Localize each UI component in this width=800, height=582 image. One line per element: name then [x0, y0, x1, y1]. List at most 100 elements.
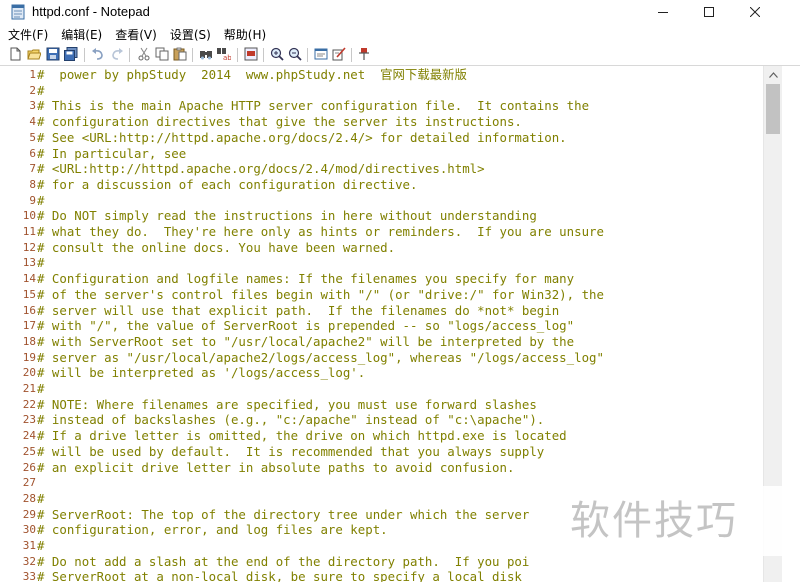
word-wrap-icon[interactable] — [314, 47, 328, 61]
line-number: 20 — [22, 366, 36, 380]
code-line[interactable]: 24 # If a drive letter is omitted, the dr… — [0, 428, 763, 444]
cut-icon[interactable] — [137, 47, 151, 61]
line-text: # of the server's control files begin wi… — [37, 286, 604, 302]
line-text: # NOTE: Where filenames are specified, y… — [37, 396, 537, 412]
line-number: 12 — [22, 240, 36, 254]
code-line[interactable]: 12 # consult the online docs. You have be… — [0, 240, 763, 256]
copy-icon[interactable] — [155, 47, 169, 61]
title-bar[interactable]: httpd.conf - Notepad — [0, 0, 800, 24]
code-line[interactable]: 3 # This is the main Apache HTTP server c… — [0, 98, 763, 114]
line-number: 8 — [29, 177, 36, 191]
close-button[interactable] — [732, 0, 778, 24]
open-file-icon[interactable] — [27, 47, 41, 61]
line-number: 1 — [29, 68, 36, 81]
code-line[interactable]: 2 # — [0, 83, 763, 99]
line-number: 33 — [22, 570, 36, 582]
line-text: # instead of backslashes (e.g., "c:/apac… — [37, 412, 545, 428]
line-text: # Configuration and logfile names: If th… — [37, 271, 575, 287]
toolbar-separator — [237, 48, 238, 62]
code-line[interactable]: 26 # an explicit drive letter in absolute… — [0, 460, 763, 476]
scrollbar-thumb[interactable] — [766, 84, 780, 134]
code-line[interactable]: 14 # Configuration and logfile names: If … — [0, 271, 763, 287]
pin-icon[interactable] — [358, 47, 372, 61]
new-file-icon[interactable] — [8, 47, 22, 61]
notepad-app-icon — [11, 4, 25, 20]
line-text: # will be interpreted as '/logs/access_l… — [37, 365, 366, 381]
save-icon[interactable] — [46, 47, 60, 61]
line-number: 22 — [22, 397, 36, 411]
code-line[interactable]: 17 # with "/", the value of ServerRoot is… — [0, 318, 763, 334]
line-text: # with "/", the value of ServerRoot is p… — [37, 318, 575, 334]
menu-bar: 文件(F) 编辑(E) 查看(V) 设置(S) 帮助(H) — [0, 25, 800, 45]
code-line[interactable]: 15 # of the server's control files begin … — [0, 287, 763, 303]
line-number: 16 — [22, 303, 36, 317]
code-line[interactable]: 4 # configuration directives that give th… — [0, 114, 763, 130]
code-line[interactable]: 5 # See <URL:http://httpd.apache.org/docs… — [0, 130, 763, 146]
code-line[interactable]: 11 # what they do. They're here only as h… — [0, 224, 763, 240]
scroll-up-button[interactable] — [764, 66, 782, 83]
line-number: 18 — [22, 334, 36, 348]
minimize-button[interactable] — [640, 0, 686, 24]
zoom-in-icon[interactable] — [270, 47, 284, 61]
line-text: # — [37, 381, 45, 396]
line-text: # Do NOT simply read the instructions in… — [37, 208, 537, 224]
undo-icon[interactable] — [91, 47, 105, 61]
menu-edit[interactable]: 编辑(E) — [53, 25, 107, 45]
menu-settings[interactable]: 设置(S) — [162, 25, 216, 45]
menu-file[interactable]: 文件(F) — [0, 25, 53, 45]
line-text: # for a discussion of each configuration… — [37, 176, 418, 192]
save-all-icon[interactable] — [64, 47, 78, 61]
code-line[interactable]: 8 # for a discussion of each configuratio… — [0, 177, 763, 193]
zoom-out-icon[interactable] — [288, 47, 302, 61]
find-icon[interactable] — [199, 47, 213, 61]
line-number: 26 — [22, 460, 36, 474]
line-text: # an explicit drive letter in absolute p… — [37, 459, 515, 475]
line-number: 29 — [22, 507, 36, 521]
toolbar-separator — [351, 48, 352, 62]
maximize-button[interactable] — [686, 0, 732, 24]
code-line[interactable]: 9 # — [0, 193, 763, 209]
redo-icon[interactable] — [110, 47, 124, 61]
line-number: 9 — [29, 193, 36, 207]
goto-icon[interactable] — [244, 47, 258, 61]
code-line[interactable]: 21 # — [0, 381, 763, 397]
replace-icon[interactable]: ab — [217, 47, 231, 61]
code-line[interactable]: 13 # — [0, 255, 763, 271]
code-line[interactable]: 23 # instead of backslashes (e.g., "c:/ap… — [0, 412, 763, 428]
code-line[interactable]: 19 # server as "/usr/local/apache2/logs/a… — [0, 350, 763, 366]
line-text: # power by phpStudy 2014 www.phpStudy.ne… — [37, 67, 467, 82]
svg-text:ab: ab — [223, 54, 231, 61]
code-line[interactable]: 33 # ServerRoot at a non-local disk, be s… — [0, 569, 763, 582]
code-line[interactable]: 25 # will be used by default. It is recom… — [0, 444, 763, 460]
code-line[interactable]: 1 # power by phpStudy 2014 www.phpStudy.n… — [0, 67, 763, 83]
code-line[interactable]: 22 # NOTE: Where filenames are specified,… — [0, 397, 763, 413]
scheme-icon[interactable] — [332, 47, 346, 61]
minimize-icon — [658, 12, 668, 13]
code-line[interactable]: 7 # <URL:http://httpd.apache.org/docs/2.4… — [0, 161, 763, 177]
menu-view[interactable]: 查看(V) — [107, 25, 162, 45]
menu-help[interactable]: 帮助(H) — [216, 25, 271, 45]
line-text: # what they do. They're here only as hin… — [37, 224, 604, 239]
close-icon — [750, 7, 760, 17]
paste-icon[interactable] — [173, 47, 187, 61]
line-text: # See <URL:http://httpd.apache.org/docs/… — [37, 129, 567, 145]
line-number: 4 — [29, 115, 36, 129]
code-line[interactable]: 32 # Do not add a slash at the end of the… — [0, 554, 763, 570]
code-line[interactable]: 6 # In particular, see — [0, 146, 763, 162]
line-number: 10 — [22, 209, 36, 223]
line-number: 27 — [22, 476, 36, 490]
toolbar-separator — [84, 48, 85, 62]
toolbar-separator — [263, 48, 264, 62]
line-number: 30 — [22, 523, 36, 537]
code-line[interactable]: 16 # server will use that explicit path. … — [0, 303, 763, 319]
line-text: # <URL:http://httpd.apache.org/docs/2.4/… — [37, 161, 485, 177]
code-line[interactable]: 18 # with ServerRoot set to "/usr/local/a… — [0, 334, 763, 350]
line-text: # — [37, 255, 45, 271]
line-number: 5 — [29, 130, 36, 144]
code-line[interactable]: 20 # will be interpreted as '/logs/access… — [0, 365, 763, 381]
line-number: 15 — [22, 287, 36, 301]
line-text: # This is the main Apache HTTP server co… — [37, 98, 590, 114]
code-line[interactable]: 10 # Do NOT simply read the instructions … — [0, 208, 763, 224]
line-number: 19 — [22, 350, 36, 364]
toolbar-separator — [307, 48, 308, 62]
